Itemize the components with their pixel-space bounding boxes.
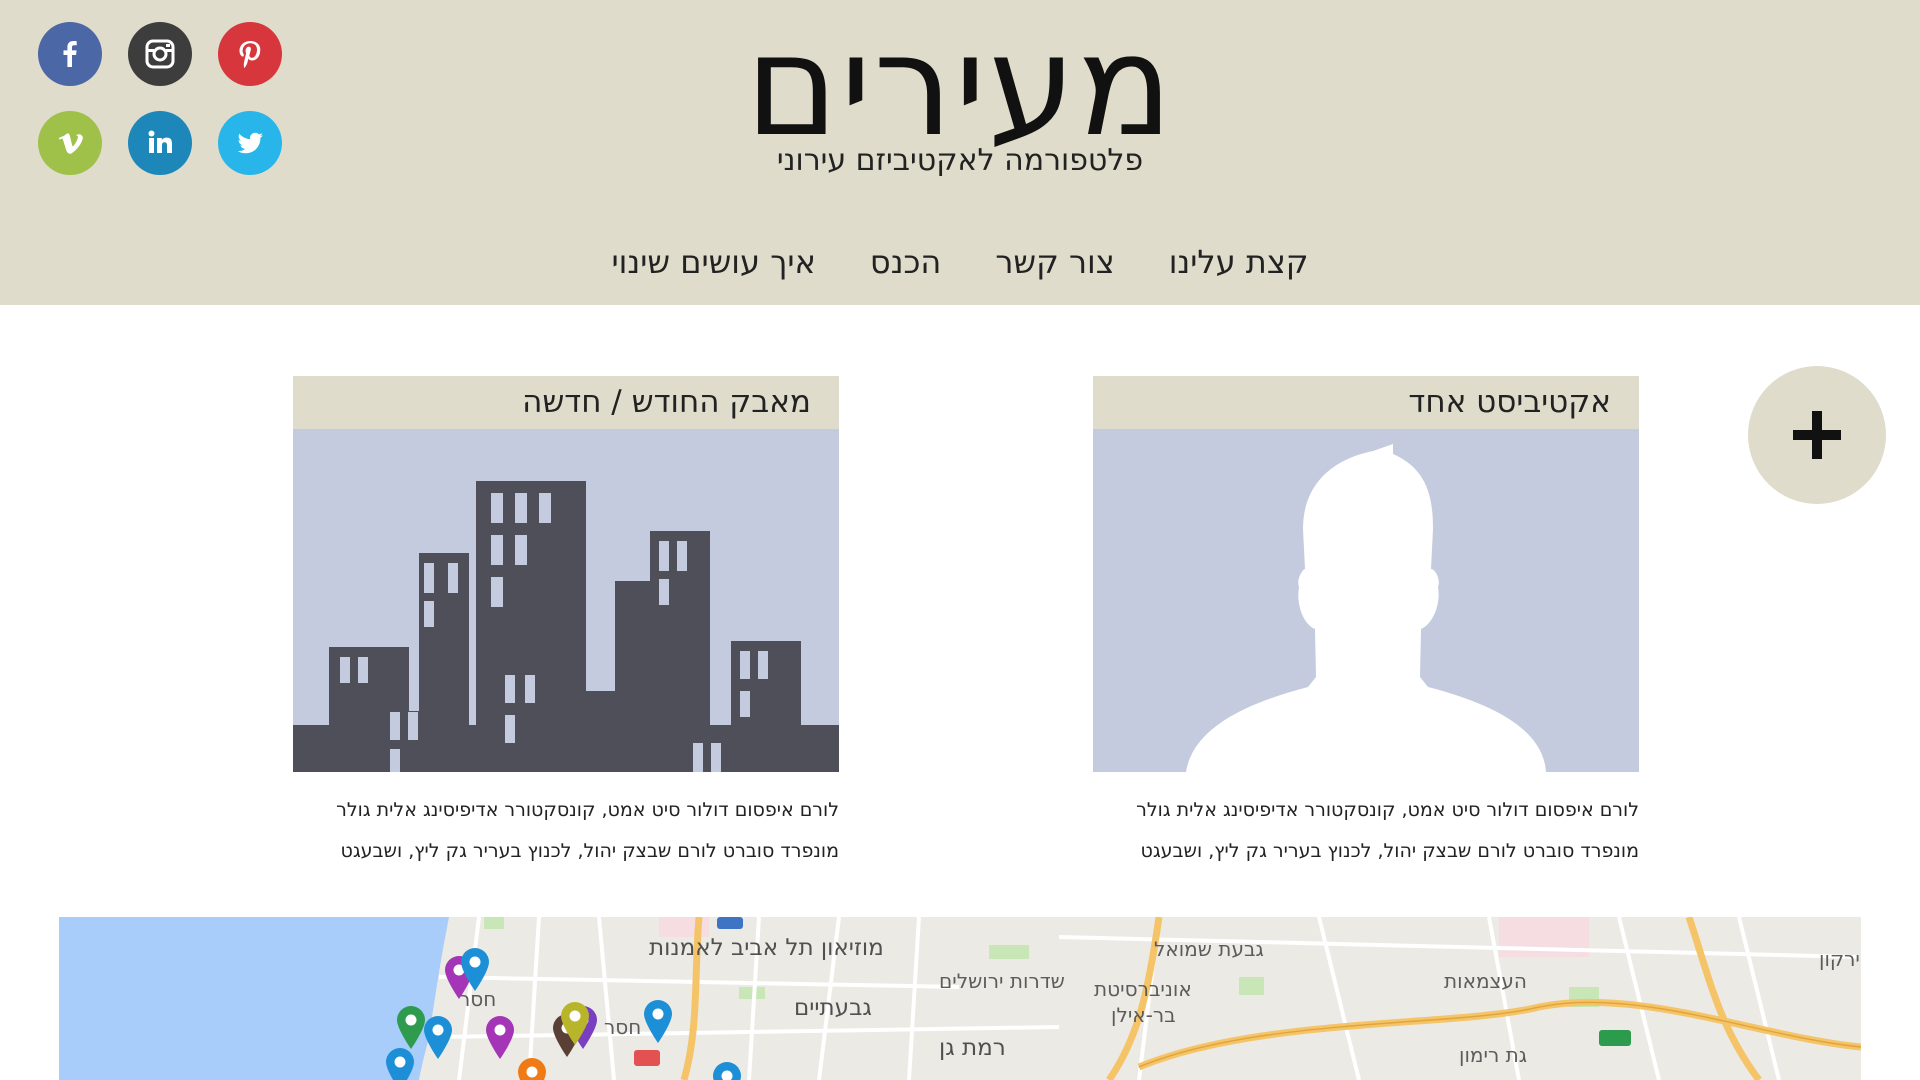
map-pin[interactable] (384, 1047, 416, 1080)
nav-item-login[interactable]: הכנס (870, 242, 941, 282)
site-subtitle: פלטפורמה לאקטיביזם עירוני (776, 143, 1144, 178)
activist-card[interactable]: אקטיביסט אחד לורם איפסום דולור סיט אמט, … (1093, 376, 1639, 872)
plus-icon (1793, 411, 1841, 459)
map-label-museum: מוזיאון תל אביב לאמנות (649, 935, 884, 961)
struggle-card[interactable]: מאבק החודש / חדשה לורם איפסום דולור סיט … (293, 376, 839, 872)
card-title: מאבק החודש / חדשה (293, 376, 839, 429)
map-pin[interactable] (559, 1001, 591, 1045)
map-label-gat-rimon: גת רימון (1459, 1043, 1527, 1067)
linkedin-icon[interactable] (128, 111, 192, 175)
card-description: לורם איפסום דולור סיט אמט, קונסקטורר אדי… (293, 790, 839, 872)
vimeo-icon[interactable] (38, 111, 102, 175)
person-silhouette-image (1093, 429, 1639, 772)
map-pin[interactable] (711, 1061, 743, 1080)
map-label-jerusalem-blvd: שדרות ירושלים (939, 969, 1065, 993)
map-label-givatayim: גבעתיים (794, 995, 872, 1021)
nav-item-about[interactable]: קצת עלינו (1169, 242, 1309, 282)
map-label-yarkon: ירקון (1819, 947, 1860, 971)
map-pin[interactable] (422, 1015, 454, 1059)
map-pin[interactable] (642, 999, 674, 1043)
site-header: מעירים פלטפורמה לאקטיביזם עירוני קצת עלי… (0, 0, 1920, 305)
instagram-icon[interactable] (128, 22, 192, 86)
twitter-icon[interactable] (218, 111, 282, 175)
pinterest-icon[interactable] (218, 22, 282, 86)
card-description: לורם איפסום דולור סיט אמט, קונסקטורר אדי… (1093, 790, 1639, 872)
map-label-ramat-gan: רמת גן (939, 1035, 1006, 1061)
map-pin[interactable] (484, 1015, 516, 1059)
facebook-icon[interactable] (38, 22, 102, 86)
map-label-bar-ilan: בר-אילן (1111, 1003, 1176, 1027)
card-description-line: מונפרד סוברט לורם שבצק יהול, לכנוץ בעריר… (340, 840, 840, 862)
add-button[interactable] (1748, 366, 1886, 504)
card-description-line: לורם איפסום דולור סיט אמט, קונסקטורר אדי… (336, 799, 839, 821)
map-pin[interactable] (516, 1057, 548, 1080)
map-label-university: אוניברסיטת (1094, 977, 1192, 1001)
map-label-atzmaut: העצמאות (1444, 969, 1527, 993)
nav-item-contact[interactable]: צור קשר (995, 242, 1114, 282)
card-title: אקטיביסט אחד (1093, 376, 1639, 429)
site-title: מעירים (745, 5, 1175, 168)
main-nav: קצת עלינו צור קשר הכנס איך עושים שינוי (0, 242, 1920, 282)
city-buildings-image (293, 429, 839, 772)
map-view[interactable]: מוזיאון תל אביב לאמנות גבעתיים רמת גן או… (59, 917, 1861, 1080)
card-description-line: מונפרד סוברט לורם שבצק יהול, לכנוץ בעריר… (1140, 840, 1640, 862)
map-label-hasar: חסר (604, 1015, 642, 1039)
nav-item-how-to-change[interactable]: איך עושים שינוי (612, 242, 816, 282)
map-label-givat-shmuel: גבעת שמואל (1154, 937, 1264, 961)
map-pin[interactable] (459, 947, 491, 991)
card-description-line: לורם איפסום דולור סיט אמט, קונסקטורר אדי… (1136, 799, 1639, 821)
